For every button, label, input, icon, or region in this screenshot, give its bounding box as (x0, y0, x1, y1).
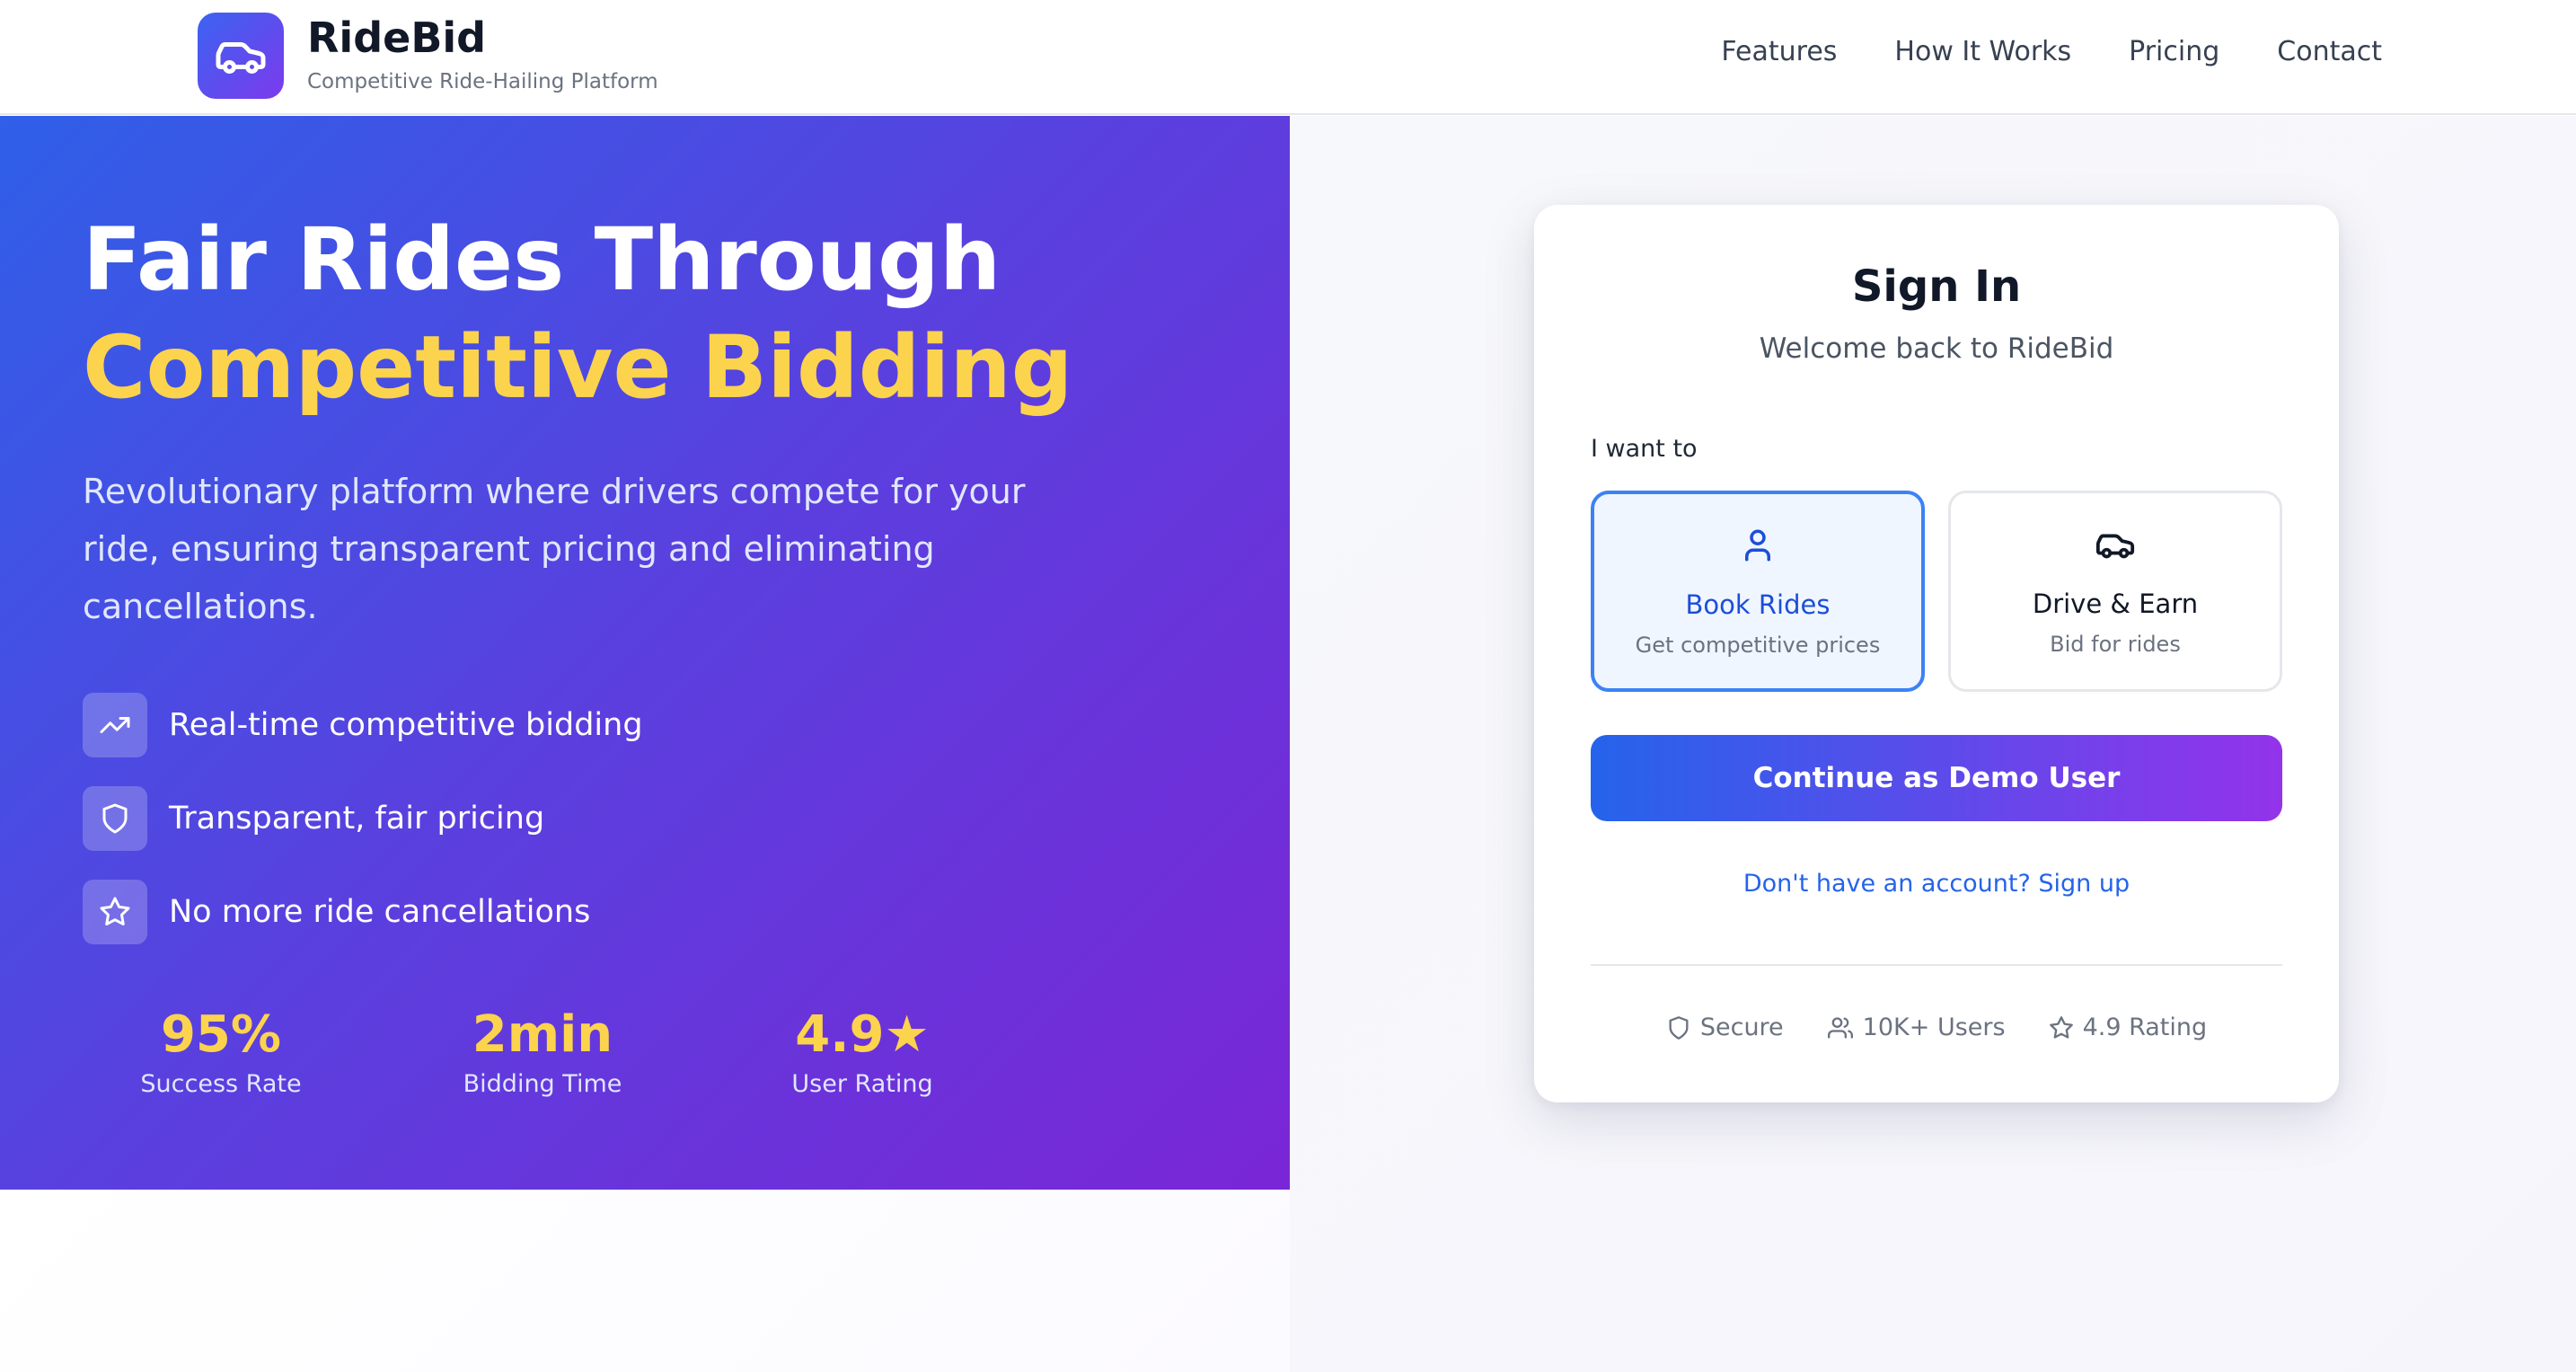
badge-text: 10K+ Users (1862, 1014, 2006, 1041)
trust-badges: Secure 10K+ Users 4.9 Rating (1534, 1014, 2339, 1041)
divider (1591, 964, 2282, 966)
brand-name: RideBid (307, 13, 487, 62)
role-option-book-rides[interactable]: Book Rides Get competitive prices (1591, 491, 1925, 692)
brand-tagline: Competitive Ride-Hailing Platform (307, 70, 658, 93)
stat-success-rate: 95% Success Rate (104, 1005, 338, 1101)
role-option-drive-earn[interactable]: Drive & Earn Bid for rides (1948, 491, 2282, 692)
hero-section: Fair Rides Through Competitive Bidding R… (0, 116, 1290, 1190)
trending-up-icon (100, 717, 130, 733)
hero-description: Revolutionary platform where drivers com… (83, 472, 1026, 626)
stat-user-rating: 4.9★ User Rating (745, 1005, 979, 1101)
signin-title: Sign In (1851, 261, 2022, 312)
feature-item: Real-time competitive bidding (83, 693, 643, 757)
feature-text: Transparent, fair pricing (169, 801, 545, 836)
stat-bidding-time: 2min Bidding Time (426, 1005, 659, 1101)
feature-text: No more ride cancellations (169, 894, 591, 930)
top-header: RideBid Competitive Ride-Hailing Platfor… (0, 0, 2576, 115)
feature-item: Transparent, fair pricing (83, 786, 544, 851)
hero-title-highlight: Competitive Bidding (83, 317, 1073, 418)
feature-text: Real-time competitive bidding (169, 707, 643, 743)
stat-value: 95% (160, 1005, 282, 1064)
feature-icon-box (83, 693, 147, 757)
role-desc: Bid for rides (2050, 632, 2181, 657)
continue-demo-button[interactable]: Continue as Demo User (1591, 735, 2282, 821)
star-icon (100, 897, 130, 926)
stat-label: User Rating (791, 1070, 933, 1098)
feature-item: No more ride cancellations (83, 880, 590, 944)
nav-link-pricing[interactable]: Pricing (2129, 36, 2219, 67)
nav-link-features[interactable]: Features (1721, 36, 1837, 67)
badge-secure: Secure (1666, 1014, 1784, 1041)
role-title: Book Rides (1685, 589, 1831, 620)
stat-label: Bidding Time (463, 1070, 622, 1098)
hero-title-line1: Fair Rides Through (83, 209, 1001, 310)
role-label: I want to (1591, 435, 1698, 463)
role-desc: Get competitive prices (1635, 633, 1881, 658)
role-title: Drive & Earn (2032, 589, 2199, 619)
badge-text: Secure (1699, 1014, 1784, 1041)
badge-text: 4.9 Rating (2082, 1014, 2208, 1041)
badge-rating: 4.9 Rating (2049, 1014, 2208, 1041)
page-background (0, 1190, 1290, 1372)
user-icon (1745, 529, 1770, 562)
signin-subtitle: Welcome back to RideBid (1759, 332, 2114, 365)
badge-users: 10K+ Users (1827, 1014, 2006, 1041)
star-icon (2049, 1015, 2073, 1039)
feature-icon-box (83, 786, 147, 851)
hero-title: Fair Rides Through Competitive Bidding (83, 206, 1072, 421)
main-nav: Features How It Works Pricing Contact (1663, 36, 2382, 67)
users-icon (1827, 1016, 1853, 1039)
nav-link-contact[interactable]: Contact (2277, 36, 2382, 67)
stat-label: Success Rate (140, 1070, 302, 1098)
feature-icon-box (83, 880, 147, 944)
car-icon (2095, 534, 2135, 559)
signin-card: Sign In Welcome back to RideBid I want t… (1534, 205, 2339, 1102)
nav-link-how-it-works[interactable]: How It Works (1894, 36, 2071, 67)
stat-value: 2min (472, 1005, 613, 1064)
shield-icon (1669, 1015, 1689, 1040)
signup-link[interactable]: Don't have an account? Sign up (1534, 870, 2339, 898)
stat-value: 4.9★ (795, 1005, 930, 1064)
shield-icon (102, 803, 128, 834)
car-icon (216, 42, 266, 74)
brand[interactable]: RideBid Competitive Ride-Hailing Platfor… (198, 13, 658, 99)
logo (198, 13, 284, 99)
